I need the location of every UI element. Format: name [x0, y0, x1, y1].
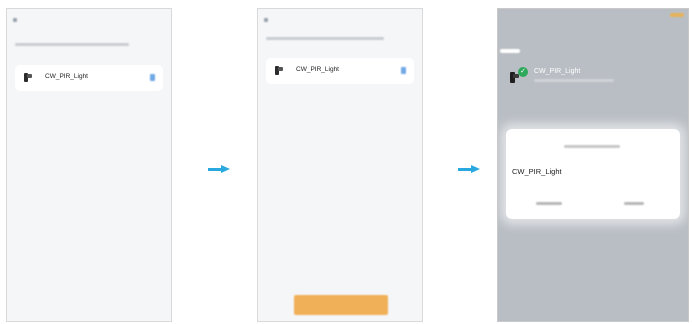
- instruction-text-blurred: [266, 37, 384, 40]
- screen-step-1: CW_PIR_Light: [6, 8, 172, 322]
- page-header-blurred: [500, 49, 520, 53]
- device-name[interactable]: CW_PIR_Light: [41, 71, 92, 84]
- device-card[interactable]: CW_PIR_Light: [15, 65, 163, 91]
- edit-icon[interactable]: [401, 67, 406, 74]
- instruction-text-blurred: [15, 43, 129, 46]
- cancel-button[interactable]: [536, 202, 562, 205]
- tutorial-stage: CW_PIR_Light CW_PIR_Light ✓ CW_PIR_Light: [0, 0, 692, 324]
- device-name[interactable]: CW_PIR_Light: [292, 64, 343, 77]
- screen-step-3: ✓ CW_PIR_Light CW_PIR_Light: [497, 8, 689, 322]
- check-icon: ✓: [518, 67, 528, 77]
- done-button[interactable]: [670, 13, 684, 17]
- back-icon[interactable]: [13, 18, 17, 22]
- device-name[interactable]: CW_PIR_Light: [534, 68, 580, 75]
- edit-icon[interactable]: [150, 74, 155, 81]
- next-button[interactable]: [294, 295, 388, 315]
- arrow-right-icon: [458, 165, 480, 174]
- device-card[interactable]: CW_PIR_Light: [266, 58, 414, 84]
- arrow-right-icon: [208, 165, 230, 174]
- back-icon[interactable]: [264, 18, 268, 22]
- device-name-input[interactable]: CW_PIR_Light: [512, 167, 562, 176]
- screen-step-2: CW_PIR_Light: [257, 8, 423, 322]
- device-icon: [275, 66, 283, 76]
- device-subtitle-blurred: [534, 79, 614, 82]
- save-button[interactable]: [624, 202, 644, 205]
- rename-dialog: CW_PIR_Light: [506, 129, 680, 219]
- dialog-title-blurred: [564, 145, 620, 148]
- device-icon: [24, 73, 32, 83]
